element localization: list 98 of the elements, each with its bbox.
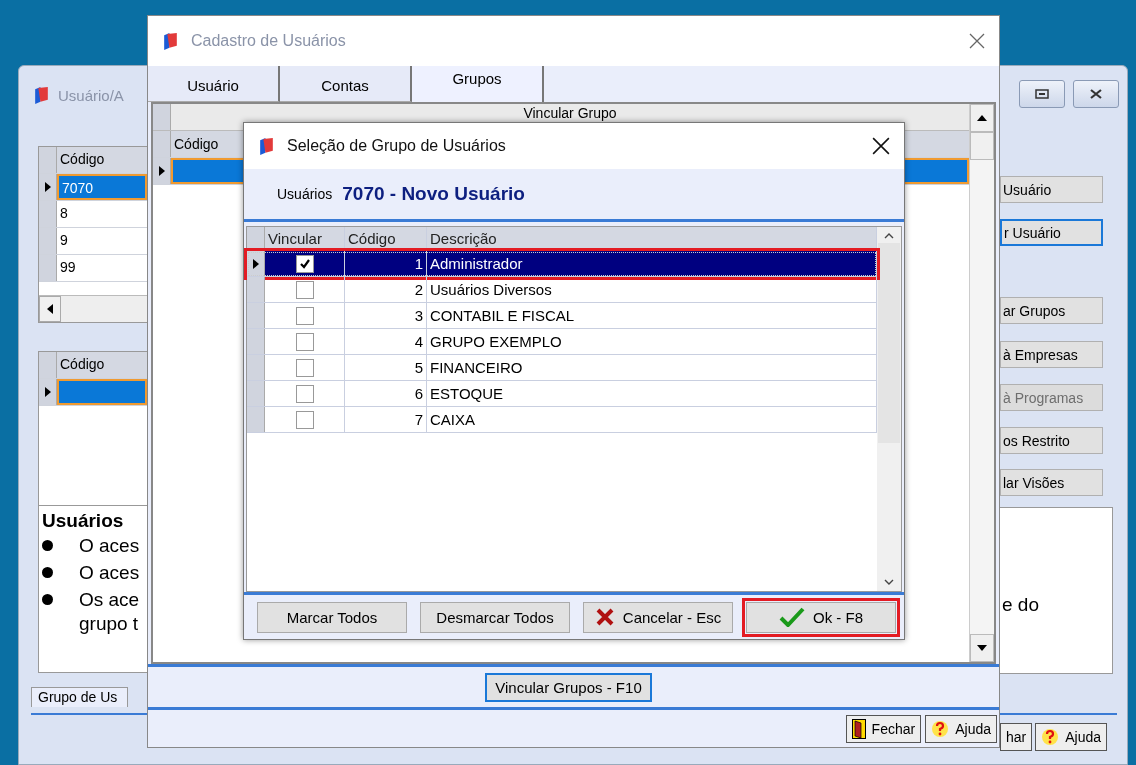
check-icon <box>779 607 805 627</box>
close-button[interactable] <box>1073 80 1119 108</box>
close-button[interactable]: Fechar <box>845 714 922 743</box>
checkbox[interactable] <box>295 384 314 403</box>
info-text: Os ace <box>79 588 140 611</box>
info-text: grupo t <box>78 613 140 635</box>
door-icon <box>851 718 866 739</box>
row-pointer-icon <box>44 387 51 397</box>
left-arrow-icon <box>47 304 53 314</box>
info-text: O aces <box>79 534 140 557</box>
table-cell: Administrador <box>427 251 877 276</box>
selected-row[interactable] <box>57 379 147 405</box>
table-cell: 1 <box>345 251 427 276</box>
scroll-thumb[interactable] <box>970 132 994 160</box>
dialog-button[interactable]: Marcar Todos <box>257 601 407 633</box>
row-header-cell <box>153 104 171 130</box>
table-cell: 3 <box>345 303 427 328</box>
checkbox[interactable] <box>295 254 314 273</box>
restore-button[interactable] <box>1019 80 1065 108</box>
table-cell[interactable]: 99 <box>57 255 147 281</box>
column-header: Código <box>59 355 106 374</box>
info-text: e do <box>1002 594 1039 616</box>
side-button[interactable]: Usuário <box>1000 176 1103 203</box>
dialog-button[interactable]: Desmarcar Todos <box>420 601 570 633</box>
bullet-icon <box>42 594 53 605</box>
row-header-cell <box>247 329 265 354</box>
tab[interactable]: Grupos <box>412 66 544 102</box>
info-text: O aces <box>79 561 140 584</box>
row-header-cell <box>247 303 265 328</box>
close-button[interactable]: har <box>1000 723 1033 751</box>
table-row[interactable]: 5 FINANCEIRO <box>247 355 877 381</box>
checkbox[interactable] <box>295 280 314 299</box>
link-groups-button[interactable]: Vincular Grupos - F10 <box>485 672 652 702</box>
side-button[interactable]: ar Grupos <box>1000 297 1103 324</box>
table-row[interactable]: 6 ESTOQUE <box>247 381 877 407</box>
table-cell[interactable]: 8 <box>57 201 147 227</box>
row-pointer-icon <box>158 166 165 176</box>
table-row[interactable]: 4 GRUPO EXEMPLO <box>247 329 877 355</box>
info-heading: Usuários <box>42 510 125 532</box>
horizontal-scrollbar[interactable] <box>39 295 147 322</box>
app-icon <box>33 86 50 105</box>
question-icon <box>931 718 950 739</box>
cancel-button[interactable]: Cancelar - Esc <box>583 601 733 633</box>
user-name: 7070 - Novo Usuário <box>342 183 525 205</box>
cross-icon <box>594 607 615 627</box>
table-row[interactable]: 2 Usuários Diversos <box>247 277 877 303</box>
scrollbar[interactable] <box>877 227 901 591</box>
table-cell: 2 <box>345 277 427 302</box>
side-button[interactable]: à Empresas <box>1000 341 1103 368</box>
tab[interactable]: Grupo de Us <box>31 687 129 707</box>
row-header-cell <box>247 355 265 380</box>
row-header-cell <box>247 407 265 432</box>
check-icon <box>298 257 311 270</box>
table-row[interactable]: 1 Administrador <box>247 251 877 277</box>
checkbox[interactable] <box>295 358 314 377</box>
tab[interactable]: Contas <box>280 66 412 102</box>
table-cell: 7 <box>345 407 427 432</box>
table-cell: 6 <box>345 381 427 406</box>
table-row[interactable]: 7 CAIXA <box>247 407 877 433</box>
table-cell[interactable]: 9 <box>57 228 147 254</box>
dialog-title: Seleção de Grupo de Usuários <box>287 137 507 155</box>
close-icon <box>1089 89 1103 99</box>
restore-icon <box>1035 89 1049 99</box>
bullet-icon <box>42 567 53 578</box>
help-button[interactable]: Ajuda <box>1035 723 1108 751</box>
checkbox[interactable] <box>295 306 314 325</box>
table-cell[interactable]: 7070 <box>57 174 147 200</box>
field-label: Usuários <box>277 186 333 202</box>
up-chevron-icon <box>884 233 894 239</box>
app-icon <box>258 136 275 156</box>
column-header: Código <box>173 135 220 154</box>
question-icon <box>1041 727 1060 747</box>
bullet-icon <box>42 540 53 551</box>
down-arrow-icon <box>977 645 987 651</box>
down-chevron-icon <box>884 579 894 585</box>
column-group-header: Vincular Grupo <box>522 104 618 123</box>
up-arrow-icon <box>977 115 987 121</box>
table-row[interactable]: 3 CONTABIL E FISCAL <box>247 303 877 329</box>
app-icon <box>162 31 179 51</box>
row-pointer-icon <box>252 258 259 269</box>
scroll-left-button[interactable] <box>39 296 61 322</box>
side-button[interactable]: r Usuário <box>1000 219 1103 246</box>
checkbox[interactable] <box>295 332 314 351</box>
window-title: Cadastro de Usuários <box>191 32 347 50</box>
scrollbar[interactable] <box>969 104 994 662</box>
table-cell: 4 <box>345 329 427 354</box>
side-button[interactable]: lar Visões <box>1000 469 1103 496</box>
checkbox[interactable] <box>295 410 314 429</box>
table-cell: 5 <box>345 355 427 380</box>
help-button[interactable]: Ajuda <box>925 714 997 743</box>
window-title: Usuário/A <box>58 87 124 104</box>
column-header: Código <box>59 150 106 169</box>
side-button[interactable]: os Restrito <box>1000 427 1103 454</box>
row-pointer-icon <box>44 182 51 192</box>
close-icon[interactable] <box>872 137 890 155</box>
tab[interactable]: Usuário <box>148 66 280 102</box>
row-header-cell <box>247 277 265 302</box>
row-header-cell <box>247 381 265 406</box>
